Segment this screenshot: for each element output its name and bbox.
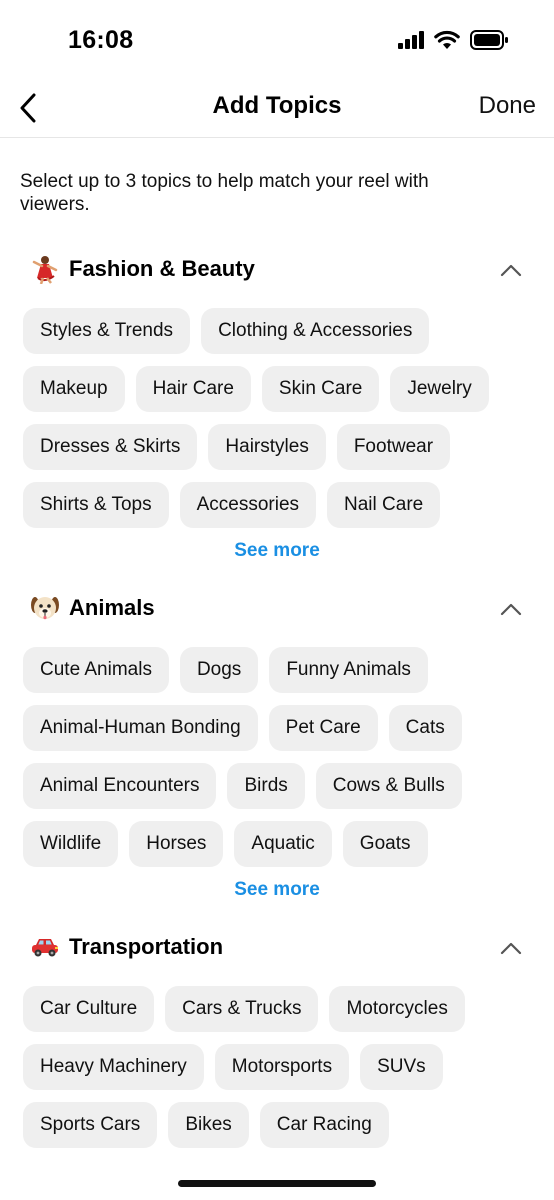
chevron-up-icon [500,603,522,616]
chip-row: Wildlife Horses Aquatic Goats [0,821,554,867]
topic-chip-wildlife[interactable]: Wildlife [23,821,119,867]
see-more-link[interactable]: See more [0,540,554,562]
topic-chip-cows-and-bulls[interactable]: Cows & Bulls [315,763,462,809]
topic-chip-footwear[interactable]: Footwear [336,424,451,470]
topic-chip-pet-care[interactable]: Pet Care [268,705,378,751]
topic-chip-dresses-and-skirts[interactable]: Dresses & Skirts [23,424,198,470]
collapse-button[interactable] [496,936,526,960]
done-button[interactable]: Done [479,92,536,120]
chip-row: Animal Encounters Birds Cows & Bulls [0,763,554,809]
topic-chip-animal-human-bonding[interactable]: Animal-Human Bonding [23,705,258,751]
wifi-icon [434,30,460,49]
status-bar: 16:08 [0,0,554,80]
chip-row: Heavy Machinery Motorsports SUVs [0,1044,554,1090]
chip-row: Sports Cars Bikes Car Racing [0,1102,554,1148]
topic-chip-animal-encounters[interactable]: Animal Encounters [23,763,217,809]
topic-chip-car-culture[interactable]: Car Culture [23,986,155,1032]
section-animals: Animals Cute Animals Dogs Funny Animals Anim… [0,589,554,901]
section-header: Animals [0,589,554,629]
topic-chip-horses[interactable]: Horses [129,821,224,867]
topic-chip-aquatic[interactable]: Aquatic [234,821,332,867]
topic-chip-motorcycles[interactable]: Motorcycles [329,986,465,1032]
section-transportation: Transportation Car Culture Cars & Trucks Mo… [0,928,554,1160]
chip-row: Animal-Human Bonding Pet Care Cats [0,705,554,751]
topic-chip-birds[interactable]: Birds [227,763,305,809]
chip-row: Makeup Hair Care Skin Care Jewelry [0,366,554,412]
status-time: 16:08 [68,26,134,54]
topic-chip-hair-care[interactable]: Hair Care [135,366,251,412]
chevron-up-icon [500,942,522,955]
collapse-button[interactable] [496,258,526,282]
topic-chip-nail-care[interactable]: Nail Care [327,482,441,528]
topic-chip-goats[interactable]: Goats [342,821,428,867]
topic-chip-skin-care[interactable]: Skin Care [261,366,380,412]
see-more-link[interactable]: See more [0,879,554,901]
collapse-button[interactable] [496,597,526,621]
topic-chip-funny-animals[interactable]: Funny Animals [269,647,428,693]
topic-chip-motorsports[interactable]: Motorsports [214,1044,350,1090]
topic-chip-bikes[interactable]: Bikes [168,1102,249,1148]
topic-chip-dogs[interactable]: Dogs [179,647,259,693]
topic-chip-makeup[interactable]: Makeup [23,366,125,412]
topic-chip-sports-cars[interactable]: Sports Cars [23,1102,158,1148]
topic-chip-cars-and-trucks[interactable]: Cars & Trucks [165,986,319,1032]
nav-bar: Add Topics Done [0,80,554,138]
topic-chip-shirts-and-tops[interactable]: Shirts & Tops [23,482,169,528]
topic-chips: Styles & Trends Clothing & Accessories Mak… [0,308,554,528]
chip-row: Dresses & Skirts Hairstyles Footwear [0,424,554,470]
topic-chip-hairstyles[interactable]: Hairstyles [208,424,326,470]
dancer-emoji-icon [30,254,60,285]
section-header: Transportation [0,928,554,968]
status-icons [398,30,508,50]
chip-row: Cute Animals Dogs Funny Animals [0,647,554,693]
topic-chips: Cute Animals Dogs Funny Animals Animal-Huma… [0,647,554,867]
topic-chip-clothing-and-accessories[interactable]: Clothing & Accessories [201,308,430,354]
topic-chip-suvs[interactable]: SUVs [360,1044,443,1090]
chip-row: Car Culture Cars & Trucks Motorcycles [0,986,554,1032]
cellular-signal-icon [398,31,424,49]
chip-row: Styles & Trends Clothing & Accessories [0,308,554,354]
topic-chip-cats[interactable]: Cats [388,705,462,751]
battery-icon [470,30,508,50]
dog-face-emoji-icon [30,593,60,623]
topic-chip-heavy-machinery[interactable]: Heavy Machinery [23,1044,204,1090]
topic-chip-jewelry[interactable]: Jewelry [390,366,489,412]
chevron-up-icon [500,264,522,277]
intro-text: Select up to 3 topics to help match your… [20,171,429,215]
section-title: Fashion & Beauty [69,256,255,281]
section-title: Animals [69,595,155,620]
section-fashion-and-beauty: Fashion & Beauty Styles & Trends Clothing … [0,250,554,562]
topic-chip-car-racing[interactable]: Car Racing [259,1102,389,1148]
topic-chip-cute-animals[interactable]: Cute Animals [23,647,169,693]
section-title: Transportation [69,934,224,959]
topic-chip-styles-and-trends[interactable]: Styles & Trends [23,308,191,354]
car-emoji-icon [30,932,60,962]
section-header: Fashion & Beauty [0,250,554,290]
topic-chips: Car Culture Cars & Trucks Motorcycles Heavy… [0,986,554,1148]
chip-row: Shirts & Tops Accessories Nail Care [0,482,554,528]
page-title: Add Topics [212,92,342,119]
topic-chip-accessories[interactable]: Accessories [179,482,317,528]
home-indicator [178,1180,376,1187]
